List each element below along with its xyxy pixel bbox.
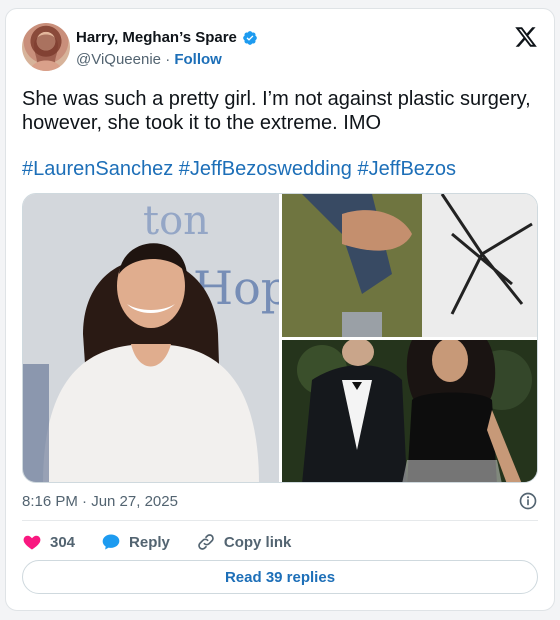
reply-bubble-icon <box>102 534 120 550</box>
tweet-card: Harry, Meghan’s Spare @ViQueenie · Follo… <box>5 8 555 611</box>
like-count: 304 <box>50 533 76 551</box>
link-icon <box>198 534 214 550</box>
hashtag-row: #LaurenSanchez #JeffBezoswedding #JeffBe… <box>22 157 456 181</box>
hashtag-link[interactable]: #LaurenSanchez <box>22 158 173 180</box>
x-logo-icon[interactable] <box>514 25 538 49</box>
tweet-timestamp[interactable]: 8:16 PM · Jun 27, 2025 <box>22 493 178 510</box>
reply-label: Reply <box>129 533 170 551</box>
avatar[interactable] <box>22 23 70 71</box>
read-replies-button[interactable]: Read 39 replies <box>22 560 538 594</box>
photo-pants-closeup[interactable] <box>282 194 537 337</box>
author-display-name[interactable]: Harry, Meghan’s Spare <box>76 29 237 46</box>
follow-link[interactable]: Follow <box>174 51 222 68</box>
heart-icon <box>23 535 41 550</box>
photo-couple-formal[interactable] <box>282 340 537 482</box>
info-icon[interactable] <box>518 491 538 511</box>
copy-link-label: Copy link <box>223 533 292 551</box>
verified-badge-icon <box>243 30 257 45</box>
tweet-header: Harry, Meghan’s Spare @ViQueenie · Follo… <box>22 23 538 73</box>
action-bar: 304 Reply Copy link <box>22 529 291 555</box>
photo-woman-smiling[interactable]: ton Hope <box>23 194 279 482</box>
like-button[interactable]: 304 <box>22 532 75 552</box>
reply-button[interactable]: Reply <box>101 532 170 552</box>
author-handle-row: @ViQueenie · Follow <box>76 51 222 68</box>
handle-separator: · <box>165 51 171 68</box>
svg-text:ton: ton <box>143 198 209 244</box>
tweet-text: She was such a pretty girl. I’m not agai… <box>22 88 531 134</box>
author-handle[interactable]: @ViQueenie <box>76 51 161 68</box>
hashtag-link[interactable]: #JeffBezos <box>357 158 456 180</box>
media-grid: ton Hope <box>22 193 538 483</box>
author-name-row: Harry, Meghan’s Spare <box>76 29 258 46</box>
divider <box>22 520 538 521</box>
copy-link-button[interactable]: Copy link <box>196 532 292 552</box>
hashtag-link[interactable]: #JeffBezoswedding <box>179 158 352 180</box>
